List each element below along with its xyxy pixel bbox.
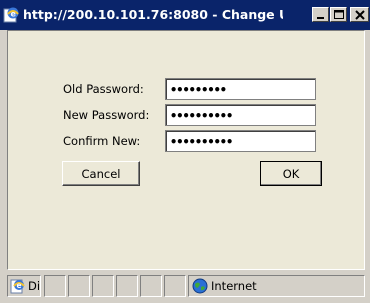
status-pane-4	[116, 275, 138, 297]
new-password-field[interactable]	[165, 104, 316, 126]
window-title: http://200.10.101.76:8080 - Change Us...	[23, 7, 283, 22]
status-pane-2	[68, 275, 90, 297]
change-password-window: e http://200.10.101.76:8080 - Change Us.…	[0, 0, 370, 303]
status-text: Di	[28, 279, 41, 293]
title-bar[interactable]: e http://200.10.101.76:8080 - Change Us.…	[0, 0, 370, 30]
close-button[interactable]	[350, 7, 369, 22]
minimize-icon	[317, 17, 324, 19]
status-text-cell: e Di	[7, 275, 41, 297]
old-password-label: Old Password:	[63, 82, 144, 96]
status-bar: e Di Internet	[7, 271, 365, 299]
security-zone-cell: Internet	[188, 275, 365, 297]
ie-page-icon: e	[10, 278, 26, 298]
status-pane-5	[140, 275, 162, 297]
dialog-content: Old Password: New Password: Confirm New:…	[7, 30, 365, 270]
status-pane-6	[164, 275, 186, 297]
maximize-button[interactable]	[330, 7, 347, 22]
status-pane-1	[44, 275, 66, 297]
svg-text:e: e	[11, 10, 17, 19]
globe-icon	[192, 278, 208, 298]
security-zone-label: Internet	[211, 279, 257, 293]
ok-button[interactable]: OK	[260, 161, 322, 186]
status-pane-3	[92, 275, 114, 297]
maximize-icon	[334, 10, 344, 19]
confirm-new-field[interactable]	[165, 130, 316, 152]
minimize-button[interactable]	[312, 7, 329, 22]
confirm-new-label: Confirm New:	[63, 134, 141, 148]
cancel-button[interactable]: Cancel	[62, 161, 140, 186]
svg-text:e: e	[17, 281, 22, 290]
old-password-field[interactable]	[165, 78, 316, 100]
ie-page-icon: e	[3, 6, 20, 23]
new-password-label: New Password:	[63, 108, 150, 122]
close-icon	[355, 10, 365, 20]
